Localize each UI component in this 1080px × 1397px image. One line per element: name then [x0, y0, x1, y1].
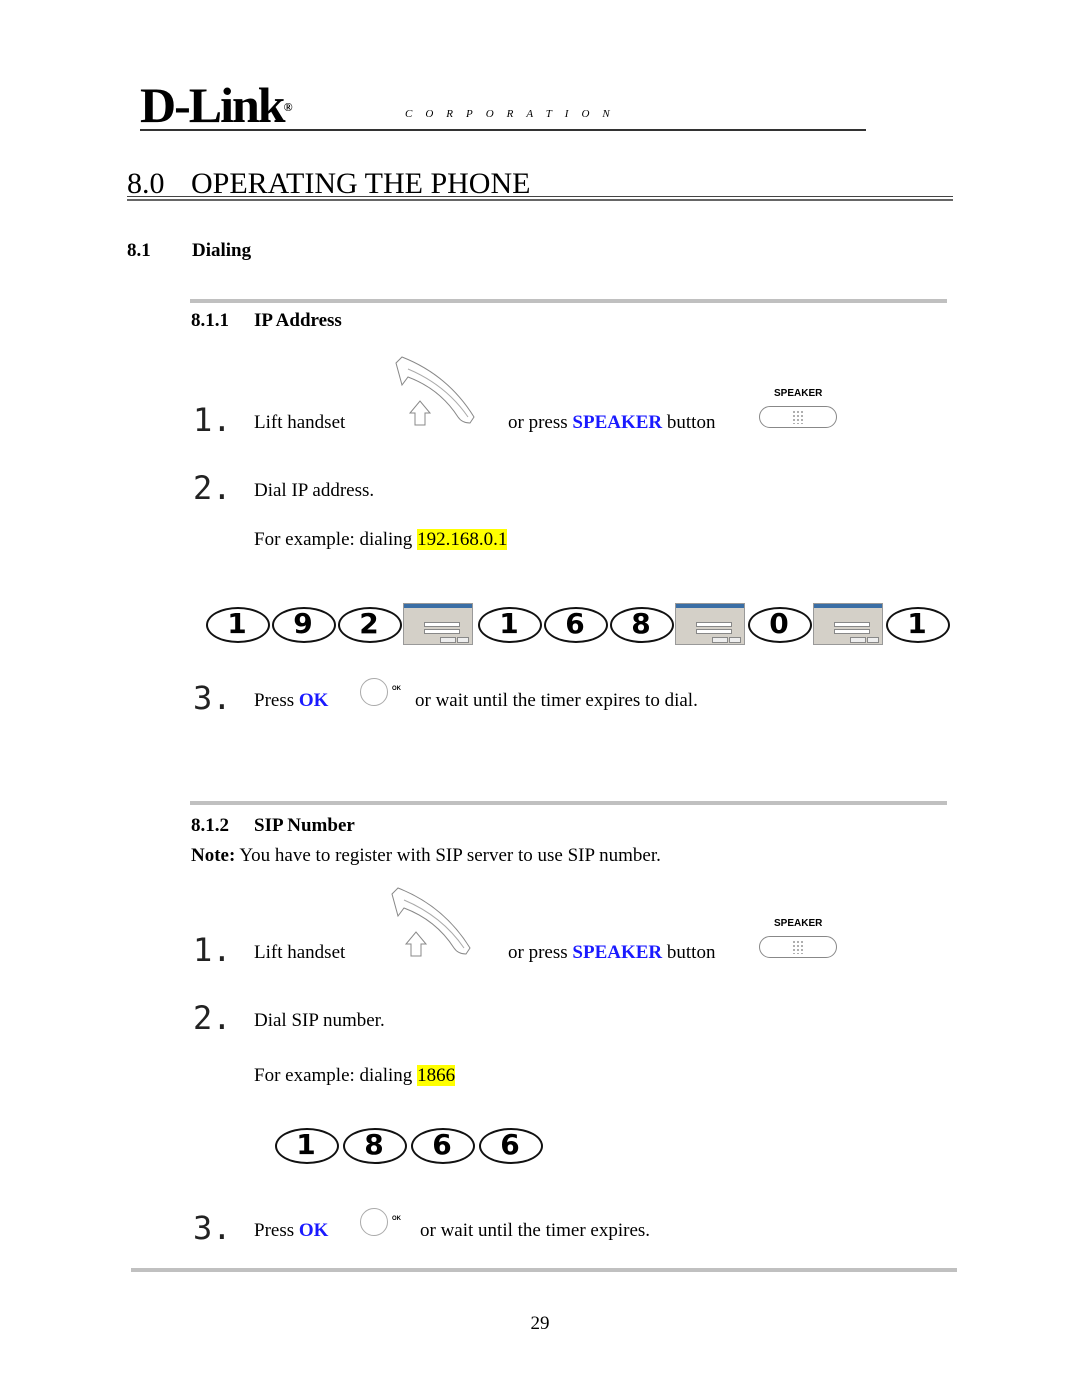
ip-keypad-sequence: 1 9 2 1 6 8 0 1 — [205, 603, 951, 645]
dialog-screenshot-icon — [813, 603, 883, 645]
step-text: Lift handset — [254, 942, 346, 963]
dialog-screenshot-icon — [403, 603, 473, 645]
speaker-button[interactable] — [759, 406, 837, 428]
speaker-grille-icon — [792, 940, 804, 954]
speaker-label: SPEAKER — [774, 388, 823, 399]
section-divider — [190, 801, 947, 805]
step-number: 1. — [193, 931, 232, 969]
header-divider — [140, 129, 866, 131]
section-divider — [190, 299, 947, 303]
keypad-key: 9 — [271, 604, 337, 644]
chapter-underline-double — [127, 199, 953, 201]
speaker-label: SPEAKER — [774, 918, 823, 929]
example-value-highlight: 1866 — [417, 1065, 456, 1086]
keypad-key: 1 — [477, 604, 543, 644]
footer-divider — [131, 1268, 957, 1272]
keypad-key: 1 — [205, 604, 271, 644]
keypad-key: 8 — [342, 1125, 410, 1165]
page-number: 29 — [530, 1313, 550, 1334]
sip-note: Note: You have to register with SIP serv… — [191, 845, 661, 866]
step-number: 1. — [193, 401, 232, 439]
chapter-underline — [127, 196, 953, 197]
step-number: 3. — [193, 679, 232, 717]
step-text: or wait until the timer expires. — [420, 1220, 651, 1241]
sip-keypad-sequence: 1 8 6 6 — [274, 1125, 546, 1165]
dialog-screenshot-icon — [675, 603, 745, 645]
step-text: Dial SIP number. — [254, 1010, 385, 1031]
subsection-heading-ip: 8.1.1 IP Address — [191, 310, 342, 331]
keypad-key: 6 — [410, 1125, 478, 1165]
step-number: 2. — [193, 999, 232, 1037]
step-text: or wait until the timer expires to dial. — [415, 690, 698, 711]
example-text: For example: dialing 1866 — [254, 1065, 456, 1086]
speaker-instruction: or press SPEAKER button — [508, 412, 716, 433]
ok-label: OK — [392, 686, 401, 692]
example-text: For example: dialing 192.168.0.1 — [254, 529, 508, 550]
corporation-wordmark: CORPORATION — [405, 108, 623, 120]
step-text: Dial IP address. — [254, 480, 375, 501]
keypad-key: 6 — [478, 1125, 546, 1165]
keypad-key: 6 — [543, 604, 609, 644]
example-value-highlight: 192.168.0.1 — [417, 529, 508, 550]
keypad-key: 1 — [274, 1125, 342, 1165]
dlink-logo: D-Link® — [140, 77, 293, 133]
press-ok-text: Press OK — [254, 1220, 329, 1241]
speaker-grille-icon — [792, 410, 804, 424]
keypad-key: 1 — [885, 604, 951, 644]
ok-label: OK — [392, 1216, 401, 1222]
step-number: 2. — [193, 469, 232, 507]
handset-icon — [391, 887, 471, 957]
handset-icon — [395, 356, 475, 426]
speaker-instruction: or press SPEAKER button — [508, 942, 716, 963]
keypad-key: 0 — [747, 604, 813, 644]
subsection-heading-sip: 8.1.2 SIP Number — [191, 815, 355, 836]
step-text: Lift handset — [254, 412, 346, 433]
section-heading: 8.1 Dialing — [127, 240, 252, 261]
keypad-key: 8 — [609, 604, 675, 644]
ok-button[interactable] — [360, 1208, 388, 1236]
step-number: 3. — [193, 1209, 232, 1247]
keypad-key: 2 — [337, 604, 403, 644]
press-ok-text: Press OK — [254, 690, 329, 711]
speaker-button[interactable] — [759, 936, 837, 958]
ok-button[interactable] — [360, 678, 388, 706]
